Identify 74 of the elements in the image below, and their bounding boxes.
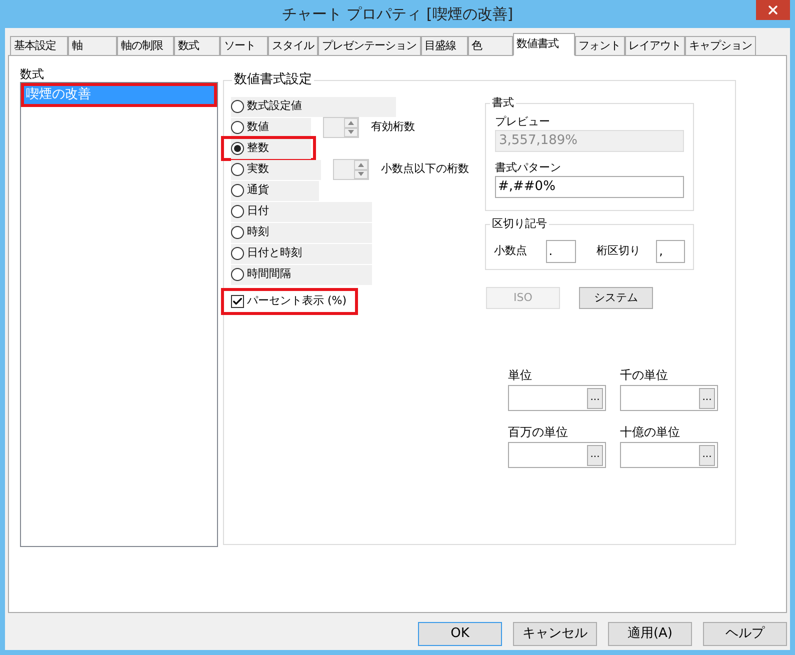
window-title: チャート プロパティ [喫煙の改善] (282, 4, 514, 25)
tab[interactable]: 数式 (174, 36, 220, 55)
unit-field[interactable]: ... (620, 442, 718, 468)
close-icon (766, 3, 780, 17)
radio-option[interactable]: 時刻 (231, 222, 372, 242)
radio-option[interactable]: 日付と時刻 (231, 244, 372, 264)
browse-button[interactable]: ... (699, 388, 715, 408)
radio-button[interactable] (231, 142, 244, 155)
field-label: 千の単位 (620, 367, 669, 384)
spinner-field[interactable] (323, 117, 359, 138)
checkbox[interactable] (231, 295, 244, 308)
radio-option[interactable]: 日付 (231, 202, 372, 222)
field-label: 十億の単位 (620, 424, 681, 441)
preview-field: 3,557,189% (495, 130, 684, 152)
tab[interactable]: スタイル (268, 36, 318, 55)
radio-option[interactable]: 実数 (231, 160, 321, 180)
radio-option[interactable]: 数値 (231, 118, 311, 138)
down-icon (358, 172, 364, 176)
check-icon (232, 296, 243, 307)
tab[interactable]: ソート (220, 36, 268, 55)
radio-option[interactable]: 時間間隔 (231, 264, 372, 284)
down-icon (348, 130, 354, 134)
radio-button[interactable] (231, 268, 244, 281)
field-label: 百万の単位 (508, 424, 569, 441)
radio-button[interactable] (231, 247, 244, 260)
browse-button[interactable]: ... (587, 444, 603, 466)
browse-button[interactable]: ... (699, 444, 715, 466)
decimal-field[interactable]: . (546, 240, 576, 262)
tab[interactable]: 軸 (68, 36, 117, 55)
field-label: プレビュー (495, 114, 551, 130)
field-label: 書式パターン (495, 160, 562, 176)
tab[interactable]: 色 (468, 36, 512, 55)
tab[interactable]: フォント (574, 36, 624, 55)
radio-button[interactable] (231, 205, 244, 218)
field-label: 桁区切り (596, 242, 642, 259)
pattern-field[interactable]: #,##0% (495, 176, 684, 198)
dialog-button[interactable]: OK (418, 622, 502, 646)
thousands-field[interactable]: , (656, 240, 685, 262)
dialog-button[interactable]: キャンセル (513, 622, 597, 646)
radio-option[interactable]: 通貨 (231, 180, 319, 200)
up-icon (358, 162, 364, 167)
tab[interactable]: プレゼンテーション (318, 36, 420, 55)
spinner-label: 有効桁数 (371, 119, 415, 136)
browse-button[interactable]: ... (587, 388, 603, 408)
tab[interactable]: レイアウト (624, 36, 685, 55)
group-title: 数値書式設定 (232, 72, 314, 88)
field-label: 小数点 (494, 242, 528, 259)
percent-checkbox[interactable]: パーセント表示 (%) (231, 293, 347, 310)
radio-button[interactable] (231, 100, 244, 113)
close-button[interactable] (756, 0, 790, 20)
unit-field[interactable]: ... (508, 385, 606, 411)
radio-button[interactable] (231, 121, 244, 134)
radio-button[interactable] (231, 184, 244, 197)
unit-field[interactable]: ... (508, 442, 606, 468)
field-label: 単位 (508, 367, 533, 384)
tab[interactable]: 目盛線 (420, 36, 468, 55)
spinner-field[interactable] (333, 159, 369, 180)
unit-field[interactable]: ... (620, 385, 718, 411)
spinner-label: 小数点以下の桁数 (381, 161, 469, 178)
group-title: 書式 (490, 96, 516, 110)
tab[interactable]: 基本設定 (10, 36, 68, 55)
tab[interactable]: キャプション (685, 36, 756, 55)
up-icon (348, 120, 354, 125)
preset-button[interactable]: システム (579, 287, 653, 309)
radio-button[interactable] (231, 226, 244, 239)
tab[interactable]: 軸の制限 (117, 36, 174, 55)
group-title: 区切り記号 (490, 217, 549, 231)
list-label: 数式 (20, 66, 45, 82)
radio-option[interactable]: 数式設定値 (231, 96, 396, 116)
tab[interactable]: 数値書式 (512, 33, 574, 56)
radio-option[interactable]: 整数 (231, 138, 311, 158)
radio-button[interactable] (231, 163, 244, 176)
dialog-button[interactable]: 適用(A) (608, 622, 692, 646)
dialog-button[interactable]: ヘルプ (703, 622, 787, 646)
